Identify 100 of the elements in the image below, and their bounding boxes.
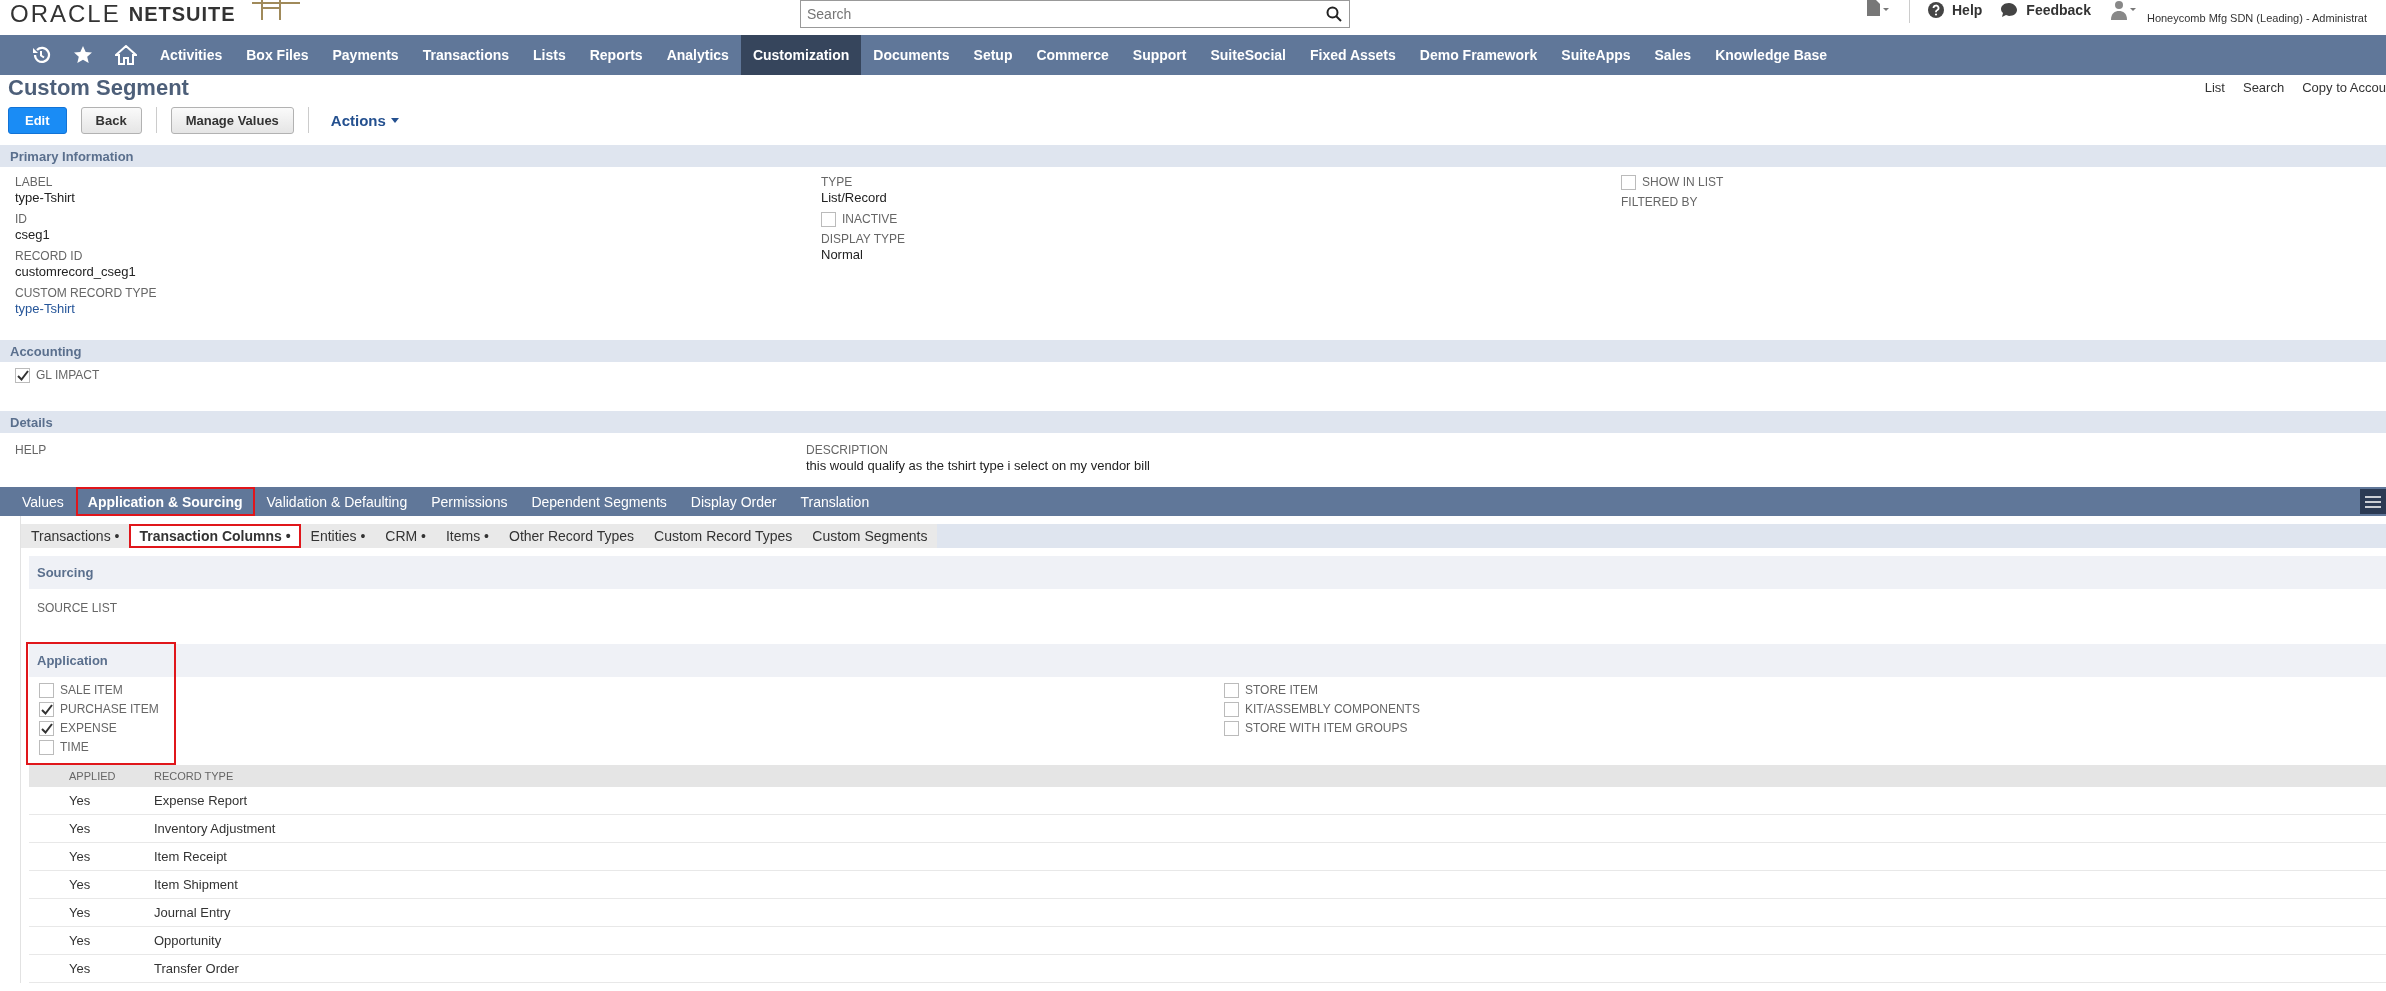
checkbox[interactable] (39, 702, 54, 717)
help-link[interactable]: Help (1928, 2, 1983, 18)
checkbox[interactable] (15, 368, 30, 383)
nav-menu-item[interactable]: Analytics (654, 35, 741, 75)
field-label: LABEL (15, 175, 54, 190)
nav-menu-item[interactable]: Knowledge Base (1703, 35, 1840, 75)
nav-menu-item[interactable]: Reports (577, 35, 655, 75)
page-link[interactable]: Copy to Accou (2302, 80, 2386, 95)
section-title: Accounting (9, 343, 82, 359)
page-link[interactable]: Search (2242, 80, 2285, 95)
tab[interactable]: Permissions (419, 487, 520, 516)
caret-icon (390, 117, 399, 123)
checkbox[interactable] (1621, 175, 1636, 190)
user-role-icon[interactable] (2108, 0, 2139, 20)
nav-menu-item[interactable]: Payments (320, 35, 411, 75)
subtab[interactable]: Other Record Types (499, 524, 645, 548)
nav-menu-item[interactable]: Demo Framework (1407, 35, 1550, 75)
field-label: FILTERED BY (1621, 195, 1699, 210)
page-link[interactable]: List (2204, 80, 2225, 95)
tab[interactable]: Display Order (678, 487, 789, 516)
subtab[interactable]: Transaction Columns • (129, 524, 301, 548)
section-title: Application (36, 653, 108, 668)
subtab[interactable]: Transactions • (21, 524, 130, 548)
field-value: cseg1 (15, 227, 51, 242)
toolbar-button[interactable]: Back (80, 106, 142, 134)
checkbox-label: KIT/ASSEMBLY COMPONENTS (1245, 702, 1420, 717)
field-value: type-Tshirt (15, 190, 76, 205)
checkbox[interactable] (1224, 683, 1239, 698)
check-icon (40, 704, 53, 715)
checkbox-label: SHOW IN LIST (1642, 175, 1724, 190)
tab[interactable]: Application & Sourcing (75, 487, 255, 516)
column-header: APPLIED (29, 765, 154, 787)
section-title: Primary Information (9, 148, 134, 164)
checkbox-label: EXPENSE (60, 721, 117, 736)
field-label: DISPLAY TYPE (821, 232, 907, 247)
checkbox[interactable] (821, 212, 836, 227)
subtab[interactable]: CRM • (375, 524, 436, 548)
company-logo-icon (250, 0, 302, 20)
checkbox-label: SALE ITEM (60, 683, 123, 698)
home-icon[interactable] (115, 45, 137, 65)
search-field[interactable]: Search (800, 0, 1350, 28)
subtab[interactable]: Entities • (300, 524, 376, 548)
checkbox[interactable] (1224, 721, 1239, 736)
menu-icon[interactable] (2365, 495, 2381, 508)
nav-menu-item[interactable]: Customization (740, 35, 862, 75)
checkbox-label: STORE ITEM (1245, 683, 1319, 698)
field-label: ID (15, 212, 28, 227)
nav-menu-item[interactable]: Setup (961, 35, 1025, 75)
nav-menu-item[interactable]: Box Files (234, 35, 321, 75)
nav-menu-item[interactable]: Commerce (1024, 35, 1121, 75)
toolbar-button[interactable]: Manage Values (170, 106, 294, 134)
star-icon[interactable] (73, 45, 93, 65)
tab[interactable]: Validation & Defaulting (254, 487, 420, 516)
check-icon (40, 723, 53, 734)
nav-menu-item[interactable]: Support (1120, 35, 1199, 75)
checkbox[interactable] (1224, 702, 1239, 717)
nav-menu-item[interactable]: Lists (521, 35, 578, 75)
checkbox-label: INACTIVE (842, 212, 898, 227)
tab[interactable]: Translation (788, 487, 882, 516)
feedback-link[interactable]: Feedback (2000, 2, 2091, 18)
table-cell: Yes (29, 787, 154, 815)
check-icon (16, 370, 29, 381)
nav-menu-item[interactable]: Fixed Assets (1297, 35, 1408, 75)
page-title: Custom Segment (8, 74, 189, 101)
nav-menu-item[interactable]: SuiteApps (1549, 35, 1643, 75)
chat-bubble-icon (2000, 2, 2019, 18)
field-label: TYPE (821, 175, 854, 190)
subtab[interactable]: Custom Segments (802, 524, 938, 548)
table-cell: Expense Report (154, 787, 2386, 815)
nav-menu-item[interactable]: Sales (1642, 35, 1704, 75)
tab[interactable]: Dependent Segments (519, 487, 679, 516)
nav-menu-item[interactable]: Documents (861, 35, 962, 75)
nav-menu-item[interactable]: Transactions (410, 35, 522, 75)
field-label: CUSTOM RECORD TYPE (15, 286, 158, 301)
table-cell: Yes (29, 814, 154, 843)
nav-menu-item[interactable]: SuiteSocial (1198, 35, 1298, 75)
subtab[interactable]: Items • (435, 524, 499, 548)
column-header: RECORD TYPE (154, 765, 2386, 787)
checkbox[interactable] (39, 721, 54, 736)
recent-history-icon[interactable] (31, 45, 51, 65)
edit-button[interactable]: Edit (8, 106, 67, 134)
nav-menu-item[interactable]: Activities (148, 35, 235, 75)
table-cell: Inventory Adjustment (154, 814, 2386, 843)
section-title: Sourcing (36, 565, 94, 580)
brand-name: ORACLE (10, 0, 121, 28)
table-cell: Yes (29, 926, 154, 955)
checkbox[interactable] (39, 683, 54, 698)
subtab[interactable]: Custom Record Types (644, 524, 803, 548)
table-cell: Journal Entry (154, 898, 2386, 927)
checkbox-label: GL IMPACT (36, 368, 100, 383)
field-label: HELP (15, 443, 48, 459)
actions-menu[interactable]: Actions (330, 111, 399, 129)
checkbox[interactable] (39, 740, 54, 755)
table-cell: Item Shipment (154, 870, 2386, 899)
field-label: RECORD ID (15, 249, 84, 264)
section-title: Details (9, 414, 53, 430)
field-value: customrecord_cseg1 (15, 264, 137, 279)
search-icon (1326, 6, 1342, 22)
record-type-link[interactable]: type-Tshirt (15, 301, 821, 316)
tab[interactable]: Values (10, 487, 76, 516)
